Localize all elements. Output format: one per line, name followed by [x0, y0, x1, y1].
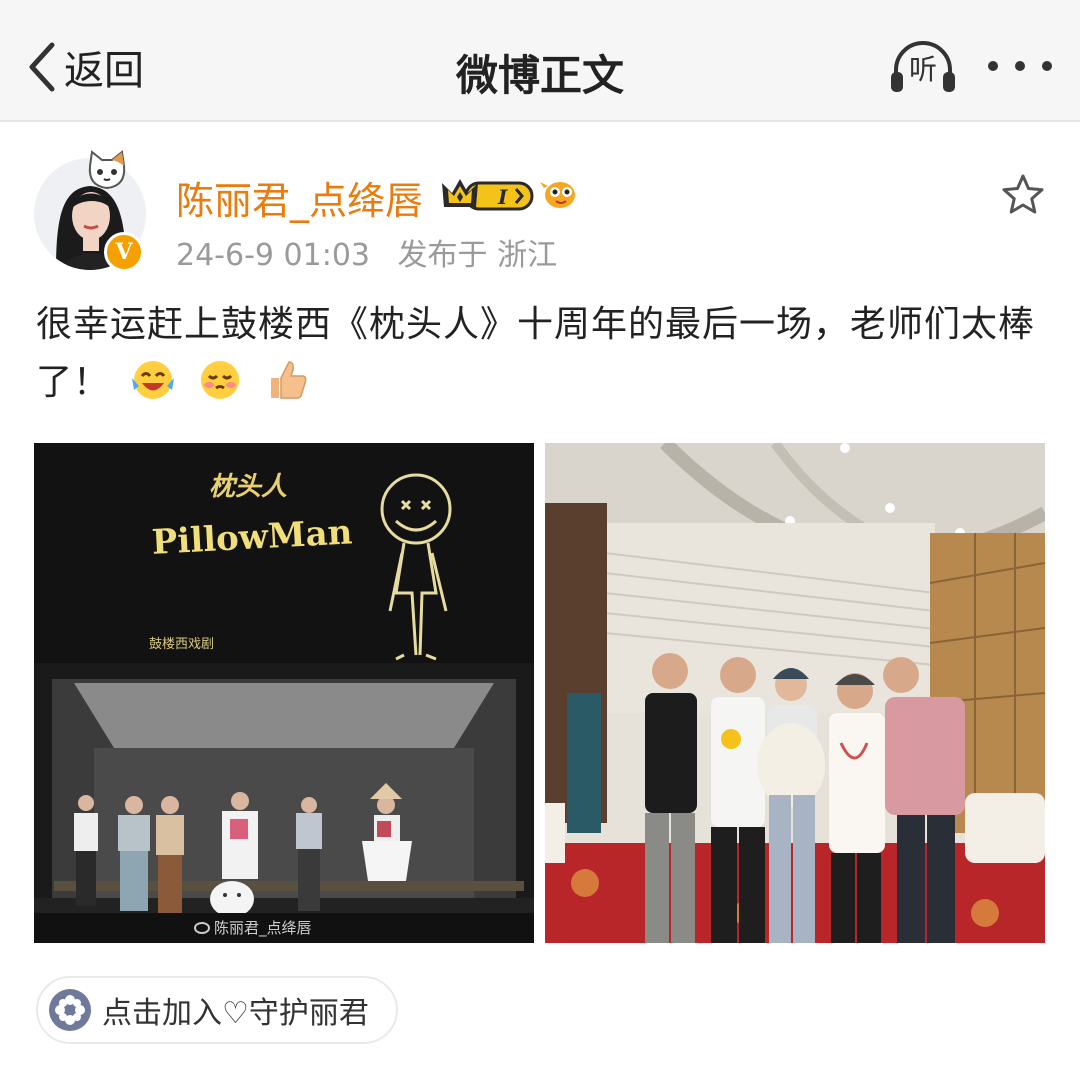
cat-avatar-decoration-icon	[88, 150, 126, 190]
stage-photo-graphic: 枕头人 PillowMan 鼓楼西戏剧	[34, 443, 534, 943]
post-image-stage[interactable]: 枕头人 PillowMan 鼓楼西戏剧 陈丽君_点绛唇	[34, 443, 534, 943]
top-navigation-bar: 返回 微博正文 听	[0, 0, 1080, 122]
more-dot	[988, 61, 998, 71]
post-text: 很幸运赶上鼓楼西《枕头人》十周年的最后一场，老师们太棒了！	[36, 304, 1036, 403]
post-location: 发布于 浙江	[397, 238, 558, 273]
fan-group-label: 点击加入♡守护丽君	[102, 996, 369, 1031]
fan-flower-icon	[49, 989, 91, 1031]
fish-fan-badge-icon	[540, 182, 575, 208]
member-level-text: I	[497, 185, 508, 209]
join-fan-group-button[interactable]: 点击加入♡守护丽君	[36, 976, 398, 1044]
chevron-left-icon	[29, 42, 55, 92]
listen-label: 听	[908, 53, 937, 86]
verified-badge: V	[104, 232, 144, 272]
more-dot	[1042, 61, 1052, 71]
thumbs-up-emoji	[271, 361, 307, 399]
stage-title-cn: 枕头人	[209, 472, 287, 502]
watermark-text: 陈丽君_点绛唇	[214, 919, 312, 937]
more-button[interactable]	[988, 40, 1052, 92]
stage-credit: 鼓楼西戏剧	[149, 637, 214, 652]
more-dot	[1015, 61, 1025, 71]
blush-emoji	[200, 361, 239, 399]
weibo-logo-icon	[194, 922, 210, 934]
back-button[interactable]: 返回	[26, 38, 144, 96]
listen-button[interactable]: 听	[888, 38, 958, 98]
image-watermark: 陈丽君_点绛唇	[194, 917, 312, 938]
favorite-star-icon[interactable]	[1000, 172, 1046, 218]
post-timestamp: 24-6-9 01:03	[176, 238, 370, 273]
group-photo-graphic	[545, 443, 1045, 943]
post-meta: 24-6-9 01:03 发布于 浙江	[176, 230, 557, 274]
post-image-group[interactable]	[545, 443, 1045, 943]
author-name[interactable]: 陈丽君_点绛唇	[176, 170, 423, 225]
post-body: 很幸运赶上鼓楼西《枕头人》十周年的最后一场，老师们太棒了！	[36, 296, 1046, 412]
laugh-cry-emoji	[132, 361, 175, 399]
back-label: 返回	[64, 48, 144, 94]
crown-membership-icon: I	[442, 179, 534, 211]
